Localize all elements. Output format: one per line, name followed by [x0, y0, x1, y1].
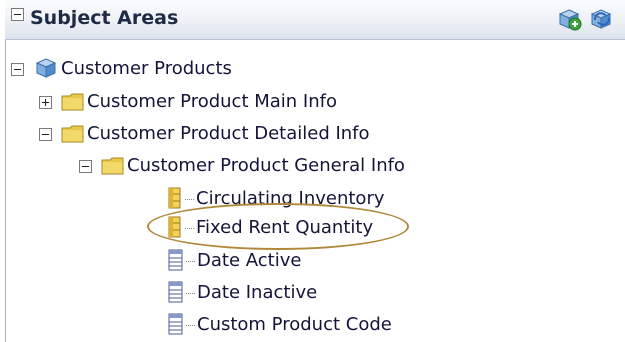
cube-icon: [35, 58, 57, 78]
tree-node-customer-product-main-info[interactable]: Customer Product Main Info: [0, 87, 625, 117]
tree-connector: [186, 325, 195, 326]
tree-node-date-active[interactable]: Date Active: [0, 246, 625, 276]
panel-title: Subject Areas: [30, 7, 179, 29]
tree-node-label: Custom Product Code: [197, 314, 392, 335]
collapse-toggle-icon[interactable]: [79, 160, 92, 173]
collapse-toggle-icon[interactable]: [11, 63, 24, 76]
tree-node-label: Customer Product General Info: [127, 155, 405, 176]
tree-node-customer-products[interactable]: Customer Products: [0, 54, 625, 84]
highlight-annotation-oval: [147, 203, 409, 250]
attribute-column-icon: [168, 313, 183, 335]
tree-node-label: Customer Products: [61, 58, 232, 79]
tree-connector: [186, 293, 195, 294]
folder-icon: [61, 125, 84, 143]
attribute-column-icon: [168, 281, 183, 303]
folder-icon: [61, 93, 84, 111]
tree-node-label: Customer Product Main Info: [87, 91, 337, 112]
refresh-icon[interactable]: [589, 7, 615, 31]
tree-node-customer-product-general-info[interactable]: Customer Product General Info: [0, 151, 625, 181]
attribute-column-icon: [168, 249, 183, 271]
tree-connector: [186, 261, 195, 262]
tree-node-date-inactive[interactable]: Date Inactive: [0, 278, 625, 308]
expand-toggle-icon[interactable]: [39, 96, 52, 109]
tree-node-label: Date Inactive: [197, 282, 318, 303]
measure-column-icon: [168, 187, 181, 209]
tree-connector: [185, 199, 194, 200]
tree-node-custom-product-code[interactable]: Custom Product Code: [0, 310, 625, 340]
tree-node-label: Date Active: [197, 250, 302, 271]
add-subject-area-icon[interactable]: [557, 7, 583, 31]
tree-node-customer-product-detailed-info[interactable]: Customer Product Detailed Info: [0, 119, 625, 149]
tree-node-label: Customer Product Detailed Info: [87, 123, 370, 144]
panel-header: Subject Areas: [5, 0, 625, 40]
collapse-toggle-icon[interactable]: [39, 128, 52, 141]
folder-icon: [101, 157, 124, 175]
subject-areas-panel: Subject Areas Customer Products Customer…: [0, 0, 625, 342]
collapse-panel-icon[interactable]: [11, 8, 24, 21]
